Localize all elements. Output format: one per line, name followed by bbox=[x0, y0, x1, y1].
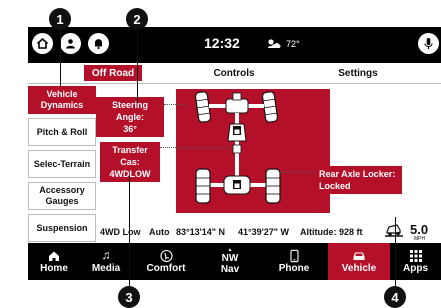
status-bar: 12:32 72° bbox=[28, 27, 441, 63]
longitude-readout: 41°39'27" W bbox=[238, 227, 290, 237]
nav-home[interactable]: Home bbox=[28, 243, 80, 280]
transfer-case-title: Transfer Cas: bbox=[112, 145, 148, 167]
steering-angle-value: 36° bbox=[123, 124, 137, 134]
tab-settings[interactable]: Settings bbox=[328, 65, 388, 81]
callout-2: 2 bbox=[126, 8, 148, 30]
callout-2-leader bbox=[137, 30, 138, 103]
rear-right-wheel bbox=[265, 168, 281, 204]
music-note-icon: ♫ bbox=[101, 248, 111, 262]
sidebar-item-vehicle-dynamics[interactable]: Vehicle Dynamics bbox=[28, 86, 96, 114]
callout-1: 1 bbox=[49, 8, 71, 30]
voice-button[interactable] bbox=[418, 33, 439, 54]
speed-unit: MPH bbox=[414, 236, 426, 242]
partly-cloudy-icon bbox=[268, 39, 281, 48]
transfer-case-label: Transfer Cas: 4WDLOW bbox=[100, 142, 160, 182]
callout-1-leader bbox=[60, 30, 61, 86]
nav-nav[interactable]: ▲ NW Nav bbox=[200, 243, 260, 280]
transfer-case-value: 4WDLOW bbox=[109, 169, 151, 179]
drivetrain-diagram bbox=[176, 89, 330, 213]
nav-media[interactable]: ♫ Media bbox=[80, 243, 132, 280]
auto-readout: Auto bbox=[149, 227, 170, 237]
bell-icon bbox=[95, 39, 102, 50]
nav-phone[interactable]: Phone bbox=[260, 243, 328, 280]
latitude-readout: 83°13'14" N bbox=[176, 227, 226, 237]
callout-3: 3 bbox=[118, 286, 140, 308]
tab-off-road[interactable]: Off Road bbox=[84, 65, 142, 81]
sidebar-item-selec-terrain[interactable]: Selec-Terrain bbox=[28, 150, 96, 178]
profile-button[interactable] bbox=[60, 33, 81, 54]
altitude-readout: Altitude: 928 ft bbox=[300, 227, 363, 237]
clock: 12:32 bbox=[204, 35, 240, 51]
car-icon bbox=[353, 252, 365, 260]
microphone-icon bbox=[424, 38, 433, 49]
steering-leader bbox=[164, 104, 186, 105]
steering-angle-label: Steering Angle: 36° bbox=[96, 97, 164, 137]
nav-comfort[interactable]: Comfort bbox=[132, 243, 200, 280]
front-left-wheel bbox=[194, 91, 212, 123]
compass-heading: NW bbox=[221, 253, 239, 264]
front-right-wheel bbox=[261, 91, 279, 123]
rear-axle-locker-label: Rear Axle Locker: Locked bbox=[316, 166, 402, 194]
outside-temperature: 72° bbox=[286, 39, 300, 49]
callout-4-leader bbox=[395, 217, 396, 286]
home-shortcut-button[interactable] bbox=[32, 33, 53, 54]
vehicle-slope-icon bbox=[385, 224, 403, 237]
home-icon bbox=[36, 37, 49, 49]
rear-axle-leader bbox=[280, 172, 316, 173]
seat-heat-icon bbox=[159, 249, 173, 263]
nav-vehicle[interactable]: Vehicle bbox=[328, 243, 390, 280]
notifications-button[interactable] bbox=[88, 33, 109, 54]
tab-bar: Off Road Controls Settings bbox=[28, 63, 441, 84]
callout-4: 4 bbox=[384, 286, 406, 308]
nav-apps[interactable]: Apps bbox=[390, 243, 441, 280]
sidebar-item-pitch-roll[interactable]: Pitch & Roll bbox=[28, 118, 96, 146]
sidebar-item-accessory-gauges[interactable]: Accessory Gauges bbox=[28, 182, 96, 210]
drive-mode-readout: 4WD Low bbox=[100, 227, 141, 237]
home-icon bbox=[49, 251, 59, 261]
user-icon bbox=[66, 39, 75, 49]
speed-value: 5.0 bbox=[410, 222, 429, 237]
steering-angle-title: Steering Angle: bbox=[111, 100, 148, 122]
transfer-leader bbox=[160, 147, 230, 148]
sidebar-item-suspension[interactable]: Suspension bbox=[28, 214, 96, 242]
rear-axle-locker-value: Locked bbox=[319, 181, 351, 191]
infotainment-screen: 12:32 72° Off Road Controls Settings Veh… bbox=[28, 27, 441, 280]
rear-left-wheel bbox=[195, 168, 211, 204]
bottom-nav-bar: Home ♫ Media Comfort ▲ NW Nav Phone Vehi… bbox=[28, 243, 441, 280]
drivetrain-graphic bbox=[194, 91, 281, 204]
tab-controls[interactable]: Controls bbox=[204, 65, 264, 81]
apps-grid-icon bbox=[409, 250, 422, 262]
rear-axle-locker-title: Rear Axle Locker: bbox=[319, 169, 396, 179]
callout-3-leader bbox=[129, 176, 130, 286]
phone-icon bbox=[289, 249, 299, 263]
